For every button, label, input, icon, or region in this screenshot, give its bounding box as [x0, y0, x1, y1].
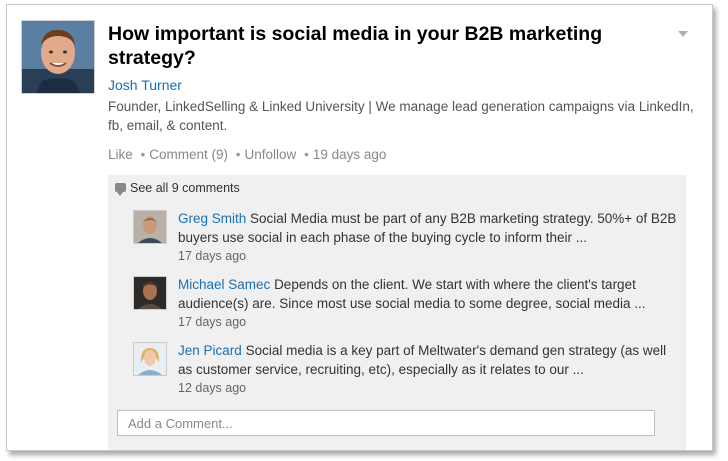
separator-dot: •	[304, 147, 309, 162]
comment-time: 17 days ago	[178, 249, 247, 263]
separator-dot: •	[140, 147, 146, 162]
comment-text: Greg Smith Social Media must be part of …	[178, 209, 678, 247]
comment-time: 12 days ago	[178, 381, 247, 395]
comment-body: Social media is a key part of Meltwater'…	[178, 343, 667, 377]
commenter-avatar[interactable]	[133, 276, 167, 310]
commenter-name-link[interactable]: Jen Picard	[178, 343, 242, 358]
see-all-label: See all 9 comments	[130, 181, 240, 195]
comment-body: Social Media must be part of any B2B mar…	[178, 211, 677, 245]
author-name-link[interactable]: Josh Turner	[108, 77, 182, 93]
see-all-comments-link[interactable]: See all 9 comments	[115, 181, 240, 197]
commenter-avatar[interactable]	[133, 210, 167, 244]
discussion-title[interactable]: How important is social media in your B2…	[108, 22, 648, 70]
add-comment-input[interactable]: Add a Comment...	[117, 410, 655, 436]
comment-link[interactable]: Comment (9)	[149, 147, 228, 162]
discussion-card: How important is social media in your B2…	[6, 4, 713, 451]
separator-dot: •	[235, 147, 241, 162]
comment-text: Michael Samec Depends on the client. We …	[178, 275, 678, 313]
comment-text: Jen Picard Social media is a key part of…	[178, 341, 678, 379]
like-link[interactable]: Like	[108, 147, 133, 162]
speech-bubble-icon	[115, 183, 126, 197]
commenter-name-link[interactable]: Greg Smith	[178, 211, 246, 226]
commenter-name-link[interactable]: Michael Samec	[178, 277, 270, 292]
author-avatar[interactable]	[21, 20, 95, 94]
dropdown-caret-icon[interactable]	[678, 31, 688, 37]
comment-time: 17 days ago	[178, 315, 247, 329]
comments-section: See all 9 comments Greg Smith Social Med…	[108, 175, 686, 450]
author-headline: Founder, LinkedSelling & Linked Universi…	[108, 99, 694, 133]
unfollow-link[interactable]: Unfollow	[245, 147, 297, 162]
post-time: 19 days ago	[312, 147, 387, 162]
post-actions: Like • Comment (9) • Unfollow • 19 days ago	[108, 147, 390, 162]
commenter-avatar[interactable]	[133, 342, 167, 376]
